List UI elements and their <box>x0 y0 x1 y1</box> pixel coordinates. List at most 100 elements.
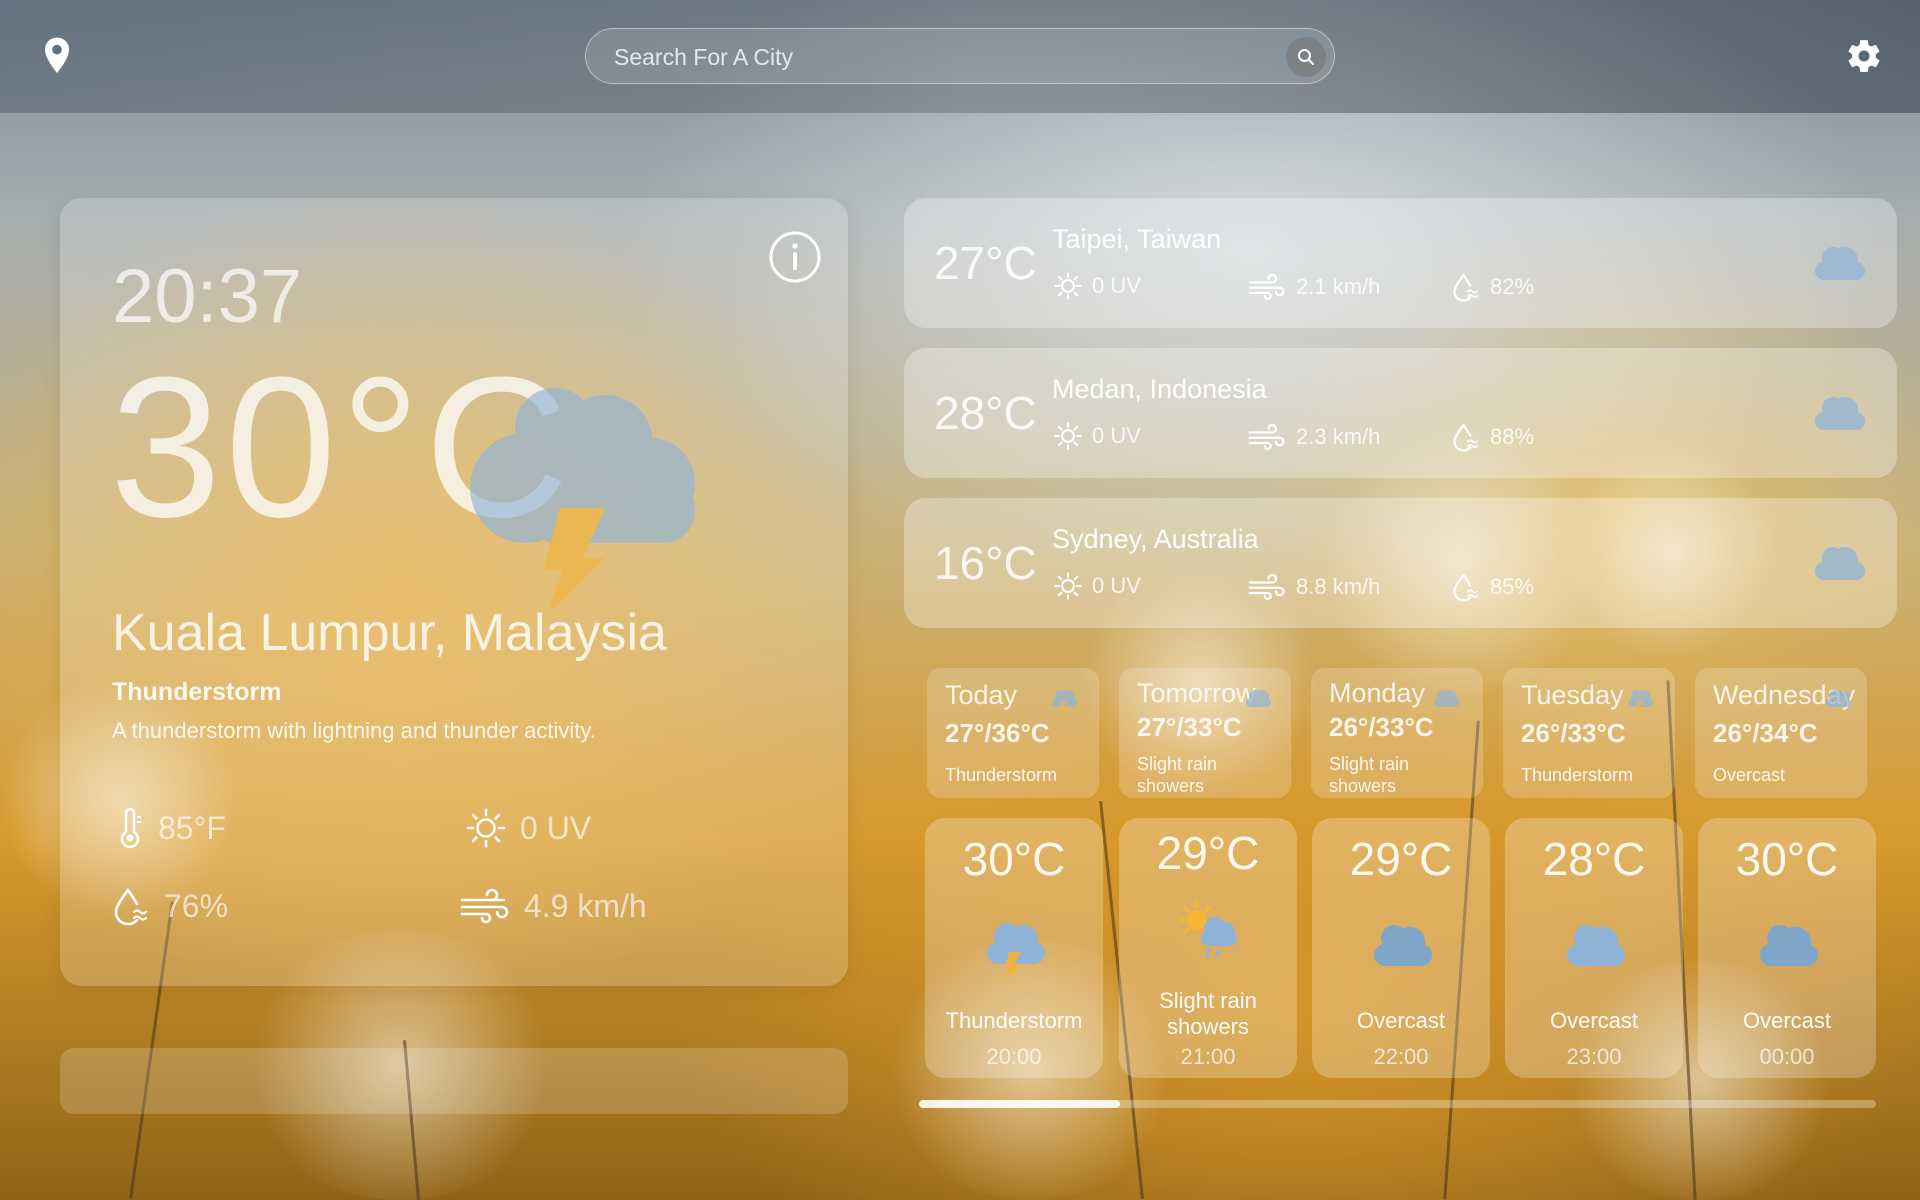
city-humidity-value: 85% <box>1490 574 1535 599</box>
wind-icon <box>1248 573 1285 601</box>
search-button[interactable] <box>1286 37 1326 77</box>
day-condition: Overcast <box>1713 765 1786 785</box>
hour-condition: Overcast <box>1356 1008 1446 1033</box>
rain-cloud-icon <box>1246 690 1271 707</box>
cloud-icon <box>1815 547 1865 580</box>
thunderstorm-icon <box>987 923 1045 978</box>
top-bar <box>0 0 1920 113</box>
hour-condition: Overcast <box>1549 1008 1639 1033</box>
city-wind-value: 2.3 km/h <box>1296 424 1381 449</box>
feels-like-stat: 85°F <box>116 808 226 848</box>
city-name: Taipei, Taiwan <box>1052 224 1222 254</box>
location-pin-icon[interactable] <box>40 36 74 76</box>
day-condition: Slight rain showers <box>1137 754 1218 796</box>
city-temperature: 27°C <box>934 237 1037 289</box>
search-icon <box>1298 49 1315 66</box>
hour-condition: Thunderstorm <box>945 1008 1083 1033</box>
hourly-forecast-2300[interactable]: 28°C Overcast 23:00 <box>1505 818 1683 1078</box>
city-humidity: 88% <box>1450 422 1534 452</box>
city-name: Medan, Indonesia <box>1052 374 1267 404</box>
search-input[interactable] <box>614 39 1254 75</box>
settings-gear-icon[interactable] <box>1845 37 1883 75</box>
daily-forecast-tomorrow[interactable]: Tomorrow 27°/33°C Slight rain showers <box>1119 668 1291 798</box>
daily-forecast-wednesday[interactable]: Wednesday 26°/34°C Overcast <box>1695 668 1867 798</box>
city-card-taipei[interactable]: 27°C Taipei, Taiwan 0 UV 2.1 km/h 82% <box>904 198 1897 328</box>
humidity-drop-icon <box>1453 273 1478 302</box>
day-name: Monday <box>1329 678 1426 708</box>
city-temperature: 28°C <box>934 387 1037 439</box>
hour-time: 00:00 <box>1759 1044 1815 1069</box>
hour-condition: Overcast <box>1742 1008 1832 1033</box>
day-condition: Slight rain showers <box>1329 754 1410 796</box>
search-bar <box>585 28 1335 84</box>
wind-stat: 4.9 km/h <box>460 886 647 926</box>
sun-icon <box>1054 422 1082 450</box>
sun-icon <box>1054 272 1082 300</box>
day-temp-range: 27°/36°C <box>945 718 1050 748</box>
sun-rain-cloud-icon <box>1179 900 1237 958</box>
city-card-medan[interactable]: 28°C Medan, Indonesia 0 UV 2.3 km/h 88% <box>904 348 1897 478</box>
city-uv-value: 0 UV <box>1092 273 1141 298</box>
humidity-drop-icon <box>114 888 148 926</box>
cloud-icon <box>1826 690 1851 707</box>
wind-icon <box>1248 273 1285 301</box>
hourly-scrollbar[interactable] <box>919 1100 1876 1108</box>
info-icon[interactable] <box>768 230 822 284</box>
sun-icon <box>1054 572 1082 600</box>
hourly-forecast-0000[interactable]: 30°C Overcast 00:00 <box>1698 818 1876 1078</box>
cloud-icon <box>1760 925 1818 966</box>
feels-like-value: 85°F <box>158 809 226 846</box>
hourly-forecast-2000[interactable]: 30°C Thunderstorm 20:00 <box>925 818 1103 1078</box>
cloud-icon <box>1567 925 1625 966</box>
hourly-forecast-2100[interactable]: 29°C Slight rain showers 21:00 <box>1119 818 1297 1078</box>
thunderstorm-icon <box>470 388 695 608</box>
hour-time: 21:00 <box>1180 1044 1236 1069</box>
day-name: Tomorrow <box>1137 678 1256 708</box>
city-uv: 0 UV <box>1054 572 1141 600</box>
current-city: Kuala Lumpur, Malaysia <box>112 604 667 662</box>
city-wind: 2.3 km/h <box>1248 422 1380 452</box>
cloud-icon <box>1374 925 1432 966</box>
city-wind-value: 2.1 km/h <box>1296 274 1381 299</box>
city-humidity-value: 82% <box>1490 274 1535 299</box>
daily-forecast-today[interactable]: Today 27°/36°C Thunderstorm <box>927 668 1099 798</box>
day-name: Today <box>945 680 1018 710</box>
day-name: Tuesday <box>1521 680 1624 710</box>
hour-time: 20:00 <box>986 1044 1042 1069</box>
city-temperature: 16°C <box>934 537 1037 589</box>
bottom-panel <box>60 1048 848 1114</box>
hour-temperature: 28°C <box>1542 833 1646 885</box>
day-condition: Thunderstorm <box>945 765 1058 785</box>
city-uv: 0 UV <box>1054 272 1141 300</box>
cloud-icon <box>1815 247 1865 280</box>
day-temp-range: 27°/33°C <box>1137 712 1242 742</box>
current-description: A thunderstorm with lightning and thunde… <box>112 718 596 743</box>
hourly-forecast-2200[interactable]: 29°C Overcast 22:00 <box>1312 818 1490 1078</box>
daily-forecast-tuesday[interactable]: Tuesday 26°/33°C Thunderstorm <box>1503 668 1675 798</box>
day-temp-range: 26°/33°C <box>1329 712 1434 742</box>
city-card-sydney[interactable]: 16°C Sydney, Australia 0 UV 8.8 km/h 85% <box>904 498 1897 628</box>
uv-stat: 0 UV <box>466 808 591 848</box>
hourly-scrollbar-thumb[interactable] <box>919 1100 1120 1108</box>
humidity-drop-icon <box>1453 423 1478 452</box>
day-condition: Thunderstorm <box>1521 765 1634 785</box>
sun-icon <box>466 808 506 848</box>
city-uv-value: 0 UV <box>1092 423 1141 448</box>
thunderstorm-icon <box>1052 690 1077 712</box>
city-wind: 8.8 km/h <box>1248 572 1380 602</box>
current-condition: Thunderstorm <box>112 678 282 706</box>
city-uv-value: 0 UV <box>1092 573 1141 598</box>
cloud-icon <box>1815 397 1865 430</box>
wind-icon <box>460 888 509 924</box>
day-temp-range: 26°/33°C <box>1521 718 1626 748</box>
humidity-stat: 76% <box>110 886 228 926</box>
thermometer-icon <box>120 808 141 848</box>
hour-time: 22:00 <box>1373 1044 1429 1069</box>
thunderstorm-icon <box>1628 690 1653 712</box>
city-uv: 0 UV <box>1054 422 1141 450</box>
daily-forecast-monday[interactable]: Monday 26°/33°C Slight rain showers <box>1311 668 1483 798</box>
current-weather-card: 20:37 30°C Kuala Lumpur, Malaysia Thunde… <box>60 198 848 986</box>
humidity-value: 76% <box>164 887 229 924</box>
humidity-drop-icon <box>1453 573 1478 602</box>
wind-icon <box>1248 423 1285 451</box>
